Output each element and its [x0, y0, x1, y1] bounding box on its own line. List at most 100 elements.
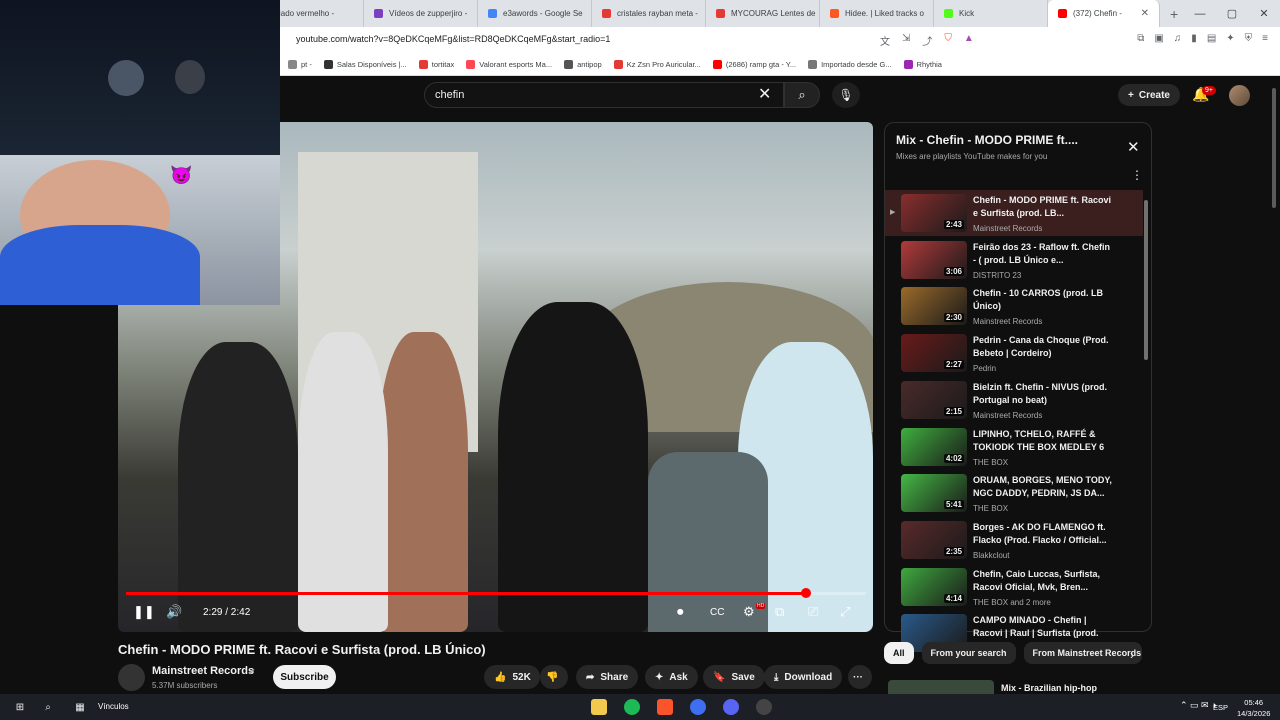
webcam-shirt	[0, 225, 200, 305]
bookmark-item[interactable]: (2686) ramp gta - Y...	[712, 60, 796, 69]
playlist-item-thumbnail: 2:15	[901, 380, 967, 419]
ask-button[interactable]: ✦ Ask	[645, 665, 698, 689]
volume-icon[interactable]: 🔊	[166, 604, 182, 620]
captions-icon[interactable]: CC	[710, 607, 724, 618]
windows-start-icon[interactable]: ⊞	[12, 699, 28, 715]
clear-search-icon[interactable]: ✕	[758, 84, 771, 104]
cast-icon[interactable]: ⎚	[808, 604, 818, 620]
like-button[interactable]: 👍 52K	[484, 665, 540, 689]
browser-tab[interactable]: MYCOURAG Lentes de	[706, 0, 820, 27]
music-icon[interactable]: ♫	[1174, 33, 1182, 44]
browser-tab[interactable]: (372) Chefin - ✕	[1048, 0, 1160, 27]
playlist-item[interactable]: 2:15 Bielzin ft. Chefin - NIVUS (prod. Po…	[885, 377, 1143, 423]
input-language[interactable]: ESP	[1213, 703, 1228, 712]
rewards-icon[interactable]: ▲	[964, 33, 974, 48]
discord-icon[interactable]	[723, 699, 739, 715]
bookmark-favicon-icon	[418, 60, 428, 69]
bookmark-item[interactable]: Importado desde G...	[808, 60, 892, 69]
share-label: Share	[600, 671, 629, 683]
search-input[interactable]: chefin	[424, 82, 784, 108]
url-field[interactable]: youtube.com/watch?v=8QeDKCqeMFg&list=RD8…	[296, 34, 610, 44]
browser-tab[interactable]: Vídeos de zupperjiro -	[364, 0, 478, 27]
brave-shield-icon[interactable]: ⛉	[944, 33, 952, 48]
bookmark-item[interactable]: tortitax	[418, 60, 454, 69]
playlist-scrollbar[interactable]	[1144, 200, 1148, 360]
minimize-button[interactable]: —	[1184, 0, 1216, 27]
playlist-item[interactable]: 2:35 Borges - AK DO FLAMENGO ft. Flacko (…	[885, 517, 1143, 563]
reading-list-icon[interactable]: ▮	[1191, 33, 1197, 44]
create-button[interactable]: + Create	[1118, 84, 1180, 106]
menu-icon[interactable]: ≡	[1262, 33, 1268, 44]
search-button[interactable]: ⌕	[784, 82, 820, 108]
playlist-item[interactable]: 3:06 Feirão dos 23 - Raflow ft. Chefin - …	[885, 237, 1143, 283]
playlist-item[interactable]: 4:14 Chefin, Caio Luccas, Surfista, Racov…	[885, 564, 1143, 610]
filter-chip[interactable]: From Mainstreet Records	[1023, 642, 1142, 664]
pause-icon[interactable]: ❚❚	[133, 604, 155, 620]
save-button[interactable]: 🔖 Save	[703, 665, 765, 689]
page-scrollbar[interactable]	[1272, 88, 1276, 208]
bookmark-item[interactable]: Valorant esports Ma...	[466, 60, 552, 69]
brave-icon[interactable]	[657, 699, 673, 715]
voice-search-button[interactable]: 🎙	[832, 82, 860, 108]
subscribe-button[interactable]: Subscribe	[273, 665, 336, 689]
browser-tab[interactable]: cristales rayban meta -	[592, 0, 706, 27]
playlist-item[interactable]: ▶ 2:43 Chefin - MODO PRIME ft. Racovi e Su…	[885, 190, 1143, 236]
app-icon[interactable]	[690, 699, 706, 715]
close-window-button[interactable]: ✕	[1248, 0, 1280, 27]
tab-favicon-icon	[830, 9, 839, 18]
autoplay-toggle-icon[interactable]: ⏺	[677, 604, 684, 620]
share-button[interactable]: ➦ Share	[576, 665, 639, 689]
browser-tab[interactable]: Hidee. | Liked tracks o	[820, 0, 934, 27]
install-icon[interactable]: ⇲	[902, 33, 910, 48]
sidebar-icon[interactable]: ▣	[1154, 33, 1163, 44]
extensions-icon[interactable]: ⧉	[1137, 33, 1144, 44]
channel-avatar[interactable]	[118, 664, 145, 691]
close-tab-icon[interactable]: ✕	[1141, 8, 1149, 19]
video-scrubber-knob[interactable]	[801, 588, 811, 598]
maximize-button[interactable]: ▢	[1216, 0, 1248, 27]
chevron-right-icon[interactable]: ›	[1130, 648, 1134, 662]
playlist-item[interactable]: 2:30 Chefin - 10 CARROS (prod. LB Único) M…	[885, 283, 1143, 329]
playlist-item-channel: THE BOX	[973, 457, 1009, 467]
bookmark-item[interactable]: Kz Zsn Pro Auricular...	[613, 60, 701, 69]
video-progress-bar[interactable]	[126, 592, 866, 595]
browser-tab[interactable]: Kick	[934, 0, 1048, 27]
spotify-icon[interactable]	[624, 699, 640, 715]
filter-chip[interactable]: All	[884, 642, 914, 664]
settings-icon[interactable]: ⚙	[743, 604, 755, 620]
playlist-item[interactable]: 5:41 ORUAM, BORGES, MENO TODY, NGC DADDY,…	[885, 470, 1143, 516]
playlist-item[interactable]: 4:02 LIPINHO, TCHELO, RAFFÉ & TOKIODK THE…	[885, 424, 1143, 470]
bookmark-item[interactable]: pt -	[288, 60, 312, 69]
channel-name[interactable]: Mainstreet Records	[152, 665, 254, 677]
share-icon[interactable]: ⤴	[922, 33, 932, 48]
playlist-menu-icon[interactable]: ⋮	[1131, 168, 1143, 182]
task-view-icon[interactable]: ▦	[72, 699, 88, 715]
more-actions-button[interactable]: ···	[848, 665, 872, 689]
vpn-icon[interactable]: ⛨	[1245, 33, 1253, 44]
miniplayer-icon[interactable]: ⧉	[775, 604, 784, 620]
taskbar-widgets-label[interactable]: Vínculos	[98, 702, 129, 711]
bookmark-item[interactable]: antipop	[564, 60, 602, 69]
bookmark-label: Valorant esports Ma...	[479, 60, 553, 69]
taskbar-clock[interactable]: 05:46 14/3/2026	[1237, 697, 1270, 719]
browser-tab[interactable]: e3awords - Google Se	[478, 0, 592, 27]
bookmark-item[interactable]: Salas Disponíveis |...	[323, 60, 407, 69]
leo-icon[interactable]: ✦	[1226, 33, 1234, 44]
next-mix-title[interactable]: Mix - Brazilian hip-hop	[1001, 683, 1097, 693]
playlist-item[interactable]: 2:27 Pedrin - Cana da Choque (Prod. Bebet…	[885, 330, 1143, 376]
obs-icon[interactable]	[756, 699, 772, 715]
close-playlist-icon[interactable]: ✕	[1127, 138, 1140, 156]
file-explorer-icon[interactable]	[591, 699, 607, 715]
bookmark-favicon-icon	[288, 60, 297, 69]
fullscreen-icon[interactable]: ⤢	[840, 604, 850, 620]
translate-icon[interactable]: 文	[880, 33, 890, 48]
system-tray-icons[interactable]: ⌃ ▭ ✉ ◑	[1180, 700, 1217, 711]
wallet-icon[interactable]: ▤	[1207, 33, 1216, 44]
account-avatar[interactable]	[1229, 85, 1250, 106]
filter-chip[interactable]: From your search	[921, 642, 1016, 664]
playlist-title[interactable]: Mix - Chefin - MODO PRIME ft....	[896, 133, 1096, 147]
download-button[interactable]: ⤓ Download	[764, 665, 843, 689]
bookmark-item[interactable]: Rhythia	[903, 60, 942, 69]
dislike-button[interactable]: 👎	[540, 665, 568, 689]
taskbar-search-icon[interactable]: ⌕	[40, 699, 56, 715]
